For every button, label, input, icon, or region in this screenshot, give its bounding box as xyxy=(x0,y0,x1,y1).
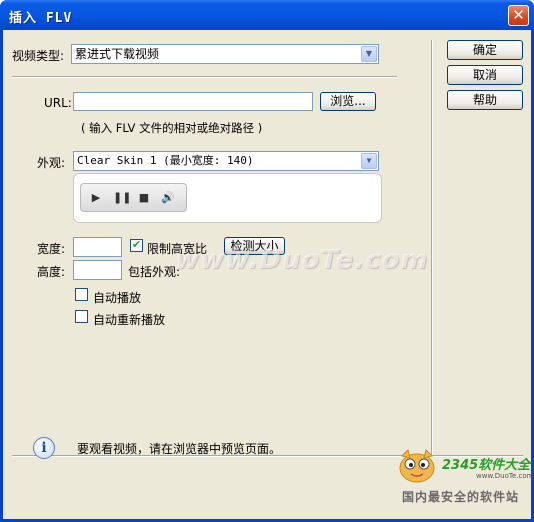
chevron-down-icon[interactable]: ▼ xyxy=(361,46,377,62)
site-logo: 2345软件大全 www.DuoTe.com 国内最安全的软件站 xyxy=(392,446,534,520)
height-input[interactable] xyxy=(73,260,122,280)
autorewind-label: 自动重新播放 xyxy=(93,313,166,327)
cancel-button[interactable]: 取消 xyxy=(447,65,523,85)
window-title: 插入 FLV xyxy=(9,11,73,26)
logo-url: www.DuoTe.com xyxy=(476,472,534,480)
info-text: 要观看视频，请在浏览器中预览页面。 xyxy=(77,442,282,456)
autorewind-checkbox[interactable] xyxy=(75,310,88,323)
player-preview: ▶ ❚❚ ■ 🔊 xyxy=(80,183,187,212)
vertical-divider xyxy=(431,40,433,455)
video-type-label: 视频类型: xyxy=(12,49,65,63)
dialog-window: 插入 FLV ✕ 视频类型: 累进式下载视频 ▼ URL: 浏览... ( 输入… xyxy=(0,0,534,522)
logo-brand: 2345软件大全 xyxy=(442,458,531,473)
close-button[interactable]: ✕ xyxy=(508,5,529,26)
dialog-body: 视频类型: 累进式下载视频 ▼ URL: 浏览... ( 输入 FLV 文件的相… xyxy=(3,30,534,520)
mascot-icon xyxy=(399,449,435,483)
browse-button[interactable]: 浏览... xyxy=(320,92,376,111)
watermark: www.DuoTe.com xyxy=(175,245,429,275)
width-label: 宽度: xyxy=(37,242,66,256)
constrain-checkbox[interactable]: ✔ xyxy=(130,239,143,252)
divider xyxy=(12,76,397,78)
height-label: 高度: xyxy=(37,265,66,279)
video-type-value: 累进式下载视频 xyxy=(75,47,160,61)
volume-icon: 🔊 xyxy=(161,191,175,204)
video-type-select[interactable]: 累进式下载视频 ▼ xyxy=(71,44,379,64)
autoplay-checkbox[interactable] xyxy=(75,288,88,301)
url-hint: ( 输入 FLV 文件的相对或绝对路径 ) xyxy=(81,121,263,135)
url-input[interactable] xyxy=(73,92,313,111)
info-icon: i xyxy=(33,437,55,459)
stop-icon: ■ xyxy=(138,191,150,204)
chevron-down-icon[interactable]: ▼ xyxy=(361,153,377,169)
ok-button[interactable]: 确定 xyxy=(447,40,523,60)
autoplay-label: 自动播放 xyxy=(93,291,142,305)
pause-icon: ❚❚ xyxy=(113,191,132,204)
help-button[interactable]: 帮助 xyxy=(447,90,523,110)
skin-value: Clear Skin 1 (最小宽度: 140) xyxy=(77,154,254,167)
skin-select[interactable]: Clear Skin 1 (最小宽度: 140) ▼ xyxy=(73,151,379,171)
url-label: URL: xyxy=(44,96,72,110)
include-skin-label: 包括外观: xyxy=(128,265,181,279)
width-input[interactable] xyxy=(73,237,122,257)
skin-preview: ▶ ❚❚ ■ 🔊 xyxy=(73,173,382,223)
logo-slogan: 国内最安全的软件站 xyxy=(402,490,520,504)
play-icon: ▶ xyxy=(91,191,101,204)
skin-label: 外观: xyxy=(37,156,66,170)
title-bar[interactable]: 插入 FLV ✕ xyxy=(0,0,534,30)
